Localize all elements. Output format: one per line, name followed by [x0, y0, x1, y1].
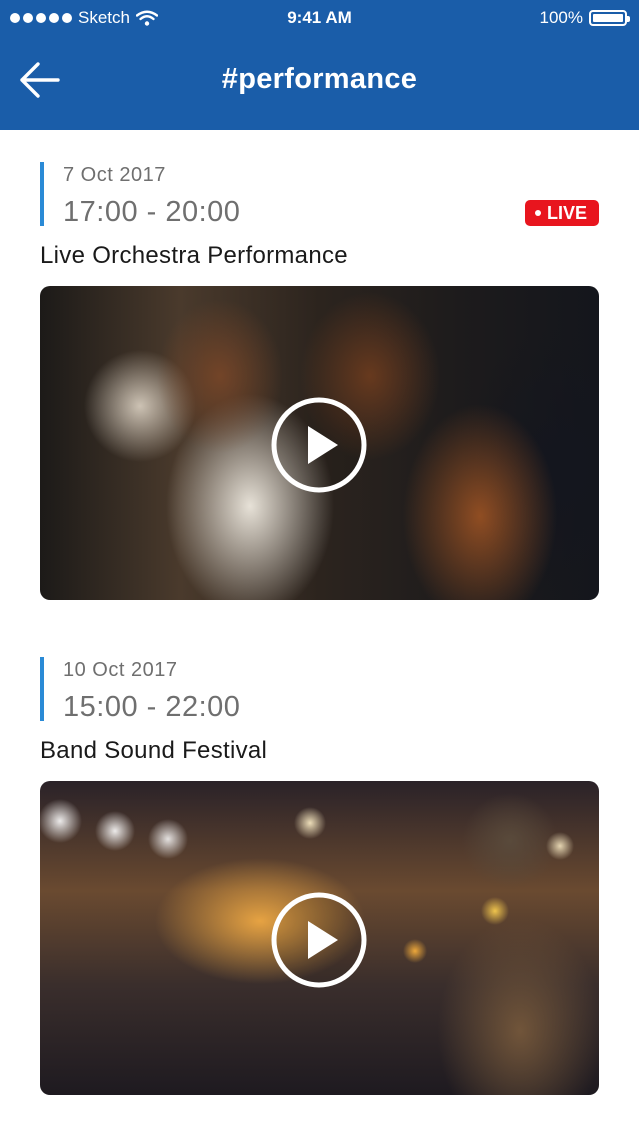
live-badge: LIVE — [524, 200, 599, 226]
battery-icon — [589, 10, 630, 26]
event-date: 10 Oct 2017 — [63, 659, 178, 681]
event-card[interactable]: 7 Oct 2017 17:00 - 20:00 LIVE Live Orche… — [40, 162, 599, 602]
live-badge-label: LIVE — [546, 202, 587, 223]
page-title: #performance — [221, 63, 418, 95]
status-bar: Sketch 9:41 AM 100% — [0, 0, 639, 38]
event-video-thumbnail[interactable] — [40, 286, 599, 600]
event-video-thumbnail[interactable] — [40, 781, 599, 1095]
event-title: Band Sound Festival — [40, 737, 268, 764]
play-icon[interactable] — [270, 396, 368, 494]
accent-bar — [40, 657, 44, 721]
status-right: 100% — [539, 8, 630, 28]
play-icon[interactable] — [270, 891, 368, 989]
accent-bar — [40, 162, 44, 226]
event-date: 7 Oct 2017 — [63, 164, 166, 186]
event-time: 17:00 - 20:00 — [63, 196, 241, 228]
battery-percent: 100% — [539, 8, 583, 27]
live-dot-icon — [534, 210, 541, 216]
nav-bar: Sketch 9:41 AM 100% #performance — [0, 0, 639, 130]
event-time: 15:00 - 22:00 — [63, 691, 241, 723]
event-card[interactable]: 10 Oct 2017 15:00 - 22:00 Band Sound Fes… — [40, 657, 599, 1097]
event-title: Live Orchestra Performance — [40, 242, 348, 269]
